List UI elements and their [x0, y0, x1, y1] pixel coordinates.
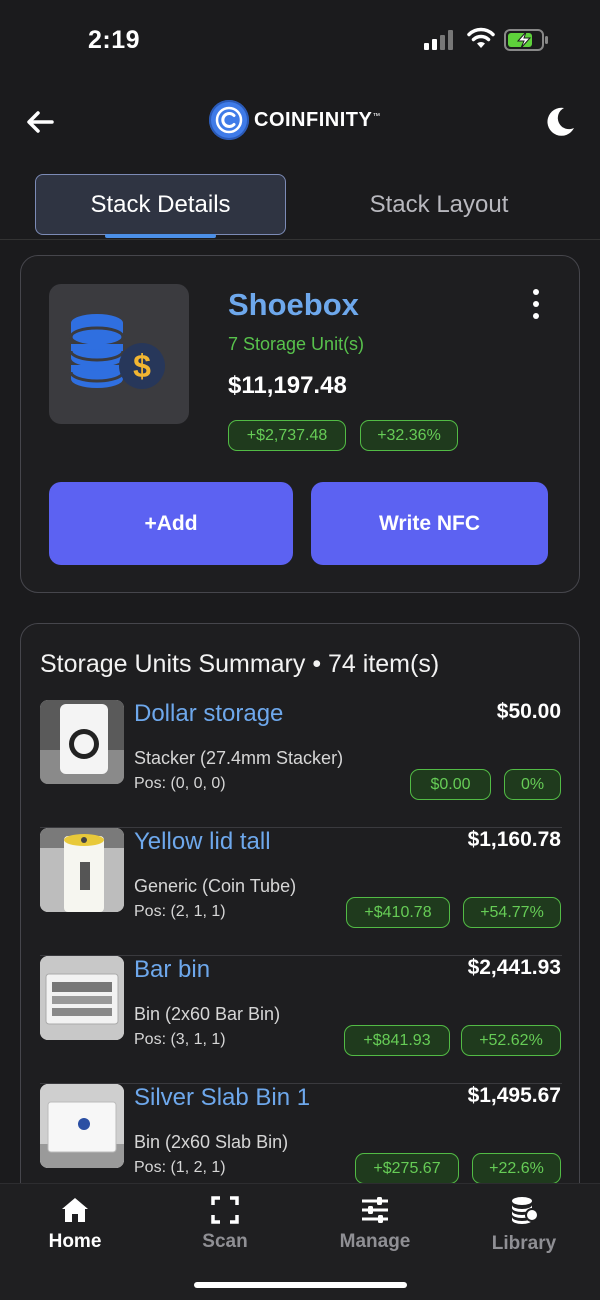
storage-unit-type: Generic (Coin Tube) [134, 876, 297, 896]
list-item[interactable]: Bar bin Bin (2x60 Bar Bin) Pos: (3, 1, 1… [21, 956, 579, 1084]
storage-unit-position: Pos: (3, 1, 1) [134, 1031, 226, 1048]
home-indicator[interactable] [194, 1282, 407, 1288]
database-dollar-icon: $ [69, 314, 165, 389]
status-bar: 2:19 [0, 0, 600, 80]
moon-icon[interactable] [542, 104, 578, 140]
gain-percent-badge: +52.62% [461, 1025, 561, 1056]
gain-percent-badge: +54.77% [463, 897, 561, 928]
storage-units-summary-card: Storage Units Summary • 74 item(s) Dolla… [20, 623, 580, 1243]
gain-badge: $0.00 [410, 769, 491, 800]
storage-unit-position: Pos: (1, 2, 1) [134, 1159, 226, 1176]
storage-unit-name[interactable]: Dollar storage [134, 700, 283, 728]
storage-unit-value: $1,495.67 [467, 1084, 561, 1107]
stack-thumbnail: $ [49, 284, 189, 424]
list-item[interactable]: Yellow lid tall Generic (Coin Tube) Pos:… [21, 828, 579, 956]
more-options-icon[interactable] [525, 289, 547, 319]
wifi-icon [467, 27, 495, 48]
stack-name: Shoebox [228, 287, 359, 322]
tab-stack-layout[interactable]: Stack Layout [326, 174, 552, 235]
storage-unit-value: $2,441.93 [467, 956, 561, 979]
storage-unit-type: Bin (2x60 Bar Bin) [134, 1004, 281, 1024]
nav-home[interactable]: Home [20, 1196, 130, 1256]
storage-unit-position: Pos: (2, 1, 1) [134, 903, 226, 920]
scan-icon [211, 1196, 239, 1224]
gain-percent-badge: +22.6% [472, 1153, 561, 1184]
gain-badge: +$410.78 [346, 897, 450, 928]
storage-unit-type: Stacker (27.4mm Stacker) [134, 748, 344, 768]
status-time: 2:19 [88, 26, 141, 54]
bottom-nav: Home Scan Manage Library [0, 1183, 600, 1300]
nav-library[interactable]: Library [469, 1196, 579, 1256]
write-nfc-button[interactable]: Write NFC [311, 482, 548, 565]
coinfinity-logo-icon [209, 100, 249, 140]
nav-manage[interactable]: Manage [320, 1196, 430, 1256]
nav-label: Library [491, 1233, 557, 1254]
nav-label: Scan [202, 1231, 248, 1252]
nav-label: Manage [339, 1231, 411, 1252]
storage-unit-photo [40, 956, 124, 1040]
storage-unit-value: $1,160.78 [467, 828, 561, 851]
nav-scan[interactable]: Scan [170, 1196, 280, 1256]
gain-percent-badge: 0% [504, 769, 561, 800]
storage-unit-name[interactable]: Silver Slab Bin 1 [134, 1084, 310, 1112]
stack-gain-badge: +$2,737.48 [228, 420, 346, 451]
active-tab-indicator [105, 234, 216, 238]
home-icon [62, 1198, 88, 1222]
stack-total-value: $11,197.48 [228, 372, 347, 399]
svg-text:$: $ [133, 348, 151, 384]
brand-logo: COINFINITY™ [209, 100, 381, 140]
storage-unit-position: Pos: (0, 0, 0) [134, 775, 226, 792]
brand-name: COINFINITY™ [254, 108, 381, 131]
stack-unit-count: 7 Storage Unit(s) [228, 334, 365, 354]
storage-unit-value: $50.00 [496, 700, 561, 723]
gain-badge: +$841.93 [344, 1025, 450, 1056]
tab-stack-details[interactable]: Stack Details [35, 174, 286, 235]
add-button[interactable]: +Add [49, 482, 293, 565]
storage-unit-photo [40, 828, 124, 912]
storage-unit-name[interactable]: Bar bin [134, 956, 210, 984]
list-item[interactable]: Dollar storage Stacker (27.4mm Stacker) … [21, 700, 579, 828]
nav-label: Home [48, 1231, 102, 1252]
stack-gain-percent-badge: +32.36% [360, 420, 458, 451]
back-arrow-icon[interactable] [22, 104, 58, 140]
storage-unit-photo [40, 1084, 124, 1168]
signal-icon [424, 30, 453, 50]
summary-title: Storage Units Summary • 74 item(s) [40, 650, 440, 678]
tab-bar: Stack Details Stack Layout [0, 174, 600, 240]
top-nav: COINFINITY™ [0, 96, 600, 148]
storage-unit-photo [40, 700, 124, 784]
storage-unit-name[interactable]: Yellow lid tall [134, 828, 271, 856]
sliders-icon [362, 1197, 388, 1223]
gain-badge: +$275.67 [355, 1153, 459, 1184]
storage-unit-type: Bin (2x60 Slab Bin) [134, 1132, 289, 1152]
stack-details-card: $ Shoebox 7 Storage Unit(s) $11,197.48 +… [20, 255, 580, 593]
coins-stack-icon [512, 1197, 539, 1224]
battery-charging-icon [504, 29, 548, 51]
